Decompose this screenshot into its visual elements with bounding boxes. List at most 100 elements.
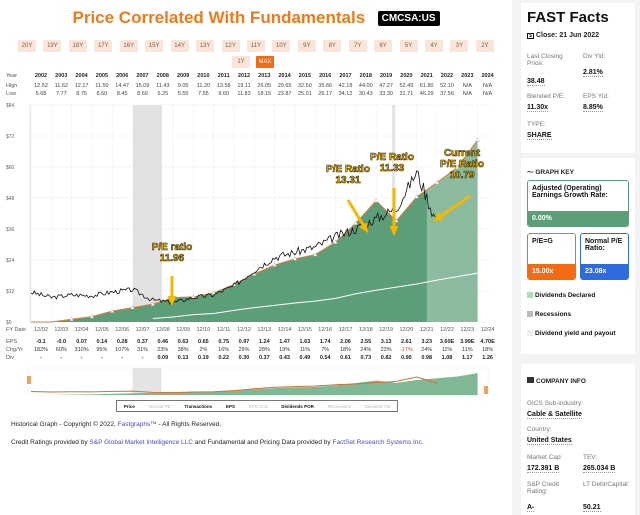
y-tick-label: $72 — [6, 134, 15, 140]
title-row: Price Correlated With Fundamentals CMCSA… — [0, 8, 512, 28]
key-dividends[interactable]: Dividends Declared — [527, 292, 595, 299]
main-panel: Price Correlated With Fundamentals CMCSA… — [0, 0, 512, 515]
range-button-1y[interactable]: 1Y — [232, 56, 250, 68]
chg-row: Chg/Yr 182% 60% 310% 95% 107% 31% 23% 38% 2% 16% 29… — [6, 347, 516, 355]
navigator-handle-right — [484, 386, 488, 394]
year-row-cell: 2024 — [481, 73, 494, 79]
pe-annotation: 11.96 — [160, 253, 185, 264]
fastgraphs-link[interactable]: Fastgraphs™ — [118, 421, 157, 428]
range-button-10y[interactable]: 10Y — [272, 40, 291, 52]
legend-item-recessions[interactable]: Recessions — [328, 404, 351, 409]
chart-legend: Price Normal PE Transactions EPS EPS Grid Div… — [116, 400, 398, 412]
eps-row-cell: 4.70E — [480, 339, 495, 345]
eps-yld: 8.85% — [583, 104, 603, 112]
y-tick-label: $60 — [6, 165, 15, 171]
peg-box[interactable]: P/E=G 15.00x — [527, 233, 576, 280]
country-value: United States — [527, 437, 572, 445]
pe-annotation: P/E Ratio — [326, 164, 370, 175]
factset-link[interactable]: FactSet Research Systems Inc. — [332, 439, 423, 446]
legend-item-price[interactable]: Price — [124, 404, 135, 409]
range-button-7y[interactable]: 7Y — [348, 40, 367, 52]
range-button-6y[interactable]: 6Y — [374, 40, 393, 52]
dividend-yield-swatch — [527, 330, 533, 337]
legend-item-dividends-por[interactable]: Dividends POR — [281, 404, 314, 409]
pe-annotation: P/E Ratio — [440, 159, 484, 170]
mcap-value: 172.391 B — [527, 465, 560, 473]
ticker-badge: CMCSA:US — [377, 10, 440, 26]
forecast-overlay — [426, 105, 479, 322]
eps-row: EPS -0.1 -0.0 0.07 0.14 0.28 0.37 0.46 0.63 0.65 0… — [6, 339, 516, 347]
chg-row-cell: 18% — [482, 347, 494, 353]
range-button-11y[interactable]: 11Y — [246, 40, 265, 52]
range-button-20y[interactable]: 20Y — [18, 40, 36, 52]
range-button-16y[interactable]: 16Y — [119, 40, 138, 52]
fy-date-row-cell: 12/24 — [480, 327, 495, 333]
div-row-cell: 1.26 — [482, 355, 493, 361]
legend-item-transactions[interactable]: Transactions — [184, 404, 212, 409]
dollar-icon: $ — [527, 33, 534, 39]
pe-annotation: 13.31 — [335, 175, 360, 186]
type-value: SHARE — [527, 132, 552, 140]
range-navigator[interactable] — [0, 364, 512, 400]
y-tick-label: $0 — [6, 320, 12, 326]
credit-value: A- — [527, 504, 535, 512]
eps-marker — [373, 198, 379, 203]
graph-key-card: 〜 GRAPH KEY Adjusted (Operating) Earning… — [521, 158, 635, 354]
blended-pe-label: Blended P/E: — [527, 93, 565, 100]
legend-item-eps[interactable]: EPS — [226, 404, 235, 409]
legend-item-dividend-yld[interactable]: Dividend Yld — [365, 404, 390, 409]
normal-pe-box[interactable]: Normal P/E Ratio: 23.08x — [580, 233, 629, 280]
range-button-18y[interactable]: 18Y — [68, 40, 87, 52]
range-button-9y[interactable]: 9Y — [297, 40, 316, 52]
div-yld-label: Div Yld: — [583, 53, 606, 60]
low-row: Low 5.68 7.77 8.75 8.60 8.45 8.69 6.25 5.55 7.55 9… — [6, 91, 516, 99]
range-button-4y[interactable]: 4Y — [425, 40, 443, 52]
high-row: High 12.52 11.62 12.17 11.50 14.47 15.09 11.43 9… — [6, 83, 516, 91]
close-date: $ Close: 21 Jun 2022 — [527, 32, 629, 39]
last-price-label: Last Closing Price: — [527, 53, 563, 67]
range-button-3y[interactable]: 3Y — [450, 40, 469, 52]
range-button-2y[interactable]: 2Y — [475, 40, 494, 52]
company-info-card: COMPANY INFO GICS Sub-industry: Cable & … — [521, 364, 635, 515]
fast-facts-card: FAST Facts $ Close: 21 Jun 2022 Last Clos… — [521, 3, 635, 153]
legend-item-normal-pe[interactable]: Normal PE — [149, 404, 171, 409]
legend-item-eps-grid[interactable]: EPS Grid — [249, 404, 268, 409]
sp-global-link[interactable]: S&P Global Market Intelligence LLC — [89, 439, 193, 446]
fy-date-row: FY Date 12/02 12/03 12/04 12/05 12/06 12/07 12/… — [6, 327, 516, 335]
debt-value: 50.21 — [583, 504, 601, 512]
range-button-19y[interactable]: 19Y — [43, 40, 62, 52]
debt-label: LT Debt/Capital: — [583, 481, 630, 488]
range-button-15y[interactable]: 15Y — [145, 40, 164, 52]
mcap-label: Market Cap: — [527, 454, 563, 461]
gics-value: Cable & Satellite — [527, 411, 582, 419]
range-button-12y[interactable]: 12Y — [221, 40, 240, 52]
country-label: Country: — [527, 426, 552, 433]
y-tick-label: $12 — [6, 289, 15, 295]
gics-label: GICS Sub-industry: — [527, 400, 583, 407]
recessions-swatch — [527, 311, 533, 318]
pe-annotation: Current — [444, 148, 481, 159]
year-row: Year 2002 2003 2004 2005 2006 2007 2008 2009 2010… — [6, 73, 516, 81]
trend-icon: 〜 — [527, 169, 534, 176]
key-recessions[interactable]: Recessions — [527, 311, 571, 318]
type-label: TYPE: — [527, 121, 546, 128]
normal-pe-value: 23.08x — [581, 264, 628, 279]
high-row-label: High — [6, 83, 18, 89]
range-button-13y[interactable]: 13Y — [196, 40, 215, 52]
range-button-5y[interactable]: 5Y — [399, 40, 418, 52]
pe-annotation: P/E Ratio — [370, 152, 414, 163]
range-button-max[interactable]: MAX — [256, 56, 274, 68]
range-button-14y[interactable]: 14Y — [170, 40, 189, 52]
dividends-swatch — [527, 292, 533, 299]
key-dividend-yield[interactable]: Dividend yield and payout — [527, 330, 627, 337]
div-yld: 2.81% — [583, 69, 603, 77]
eps-yld-label: EPS Yld: — [583, 93, 609, 100]
building-icon — [527, 377, 534, 383]
y-tick-label: $84 — [6, 103, 15, 109]
price-chart: $0 $12 $24 $36 $48 $60 $72 $84 P/E ratio11.96 P/E… — [6, 103, 490, 326]
div-row-label: Div — [6, 355, 14, 361]
chg-row-label: Chg/Yr — [6, 347, 24, 353]
navigator-handle-left — [27, 376, 31, 384]
range-button-8y[interactable]: 8Y — [323, 40, 342, 52]
range-button-17y[interactable]: 17Y — [94, 40, 113, 52]
